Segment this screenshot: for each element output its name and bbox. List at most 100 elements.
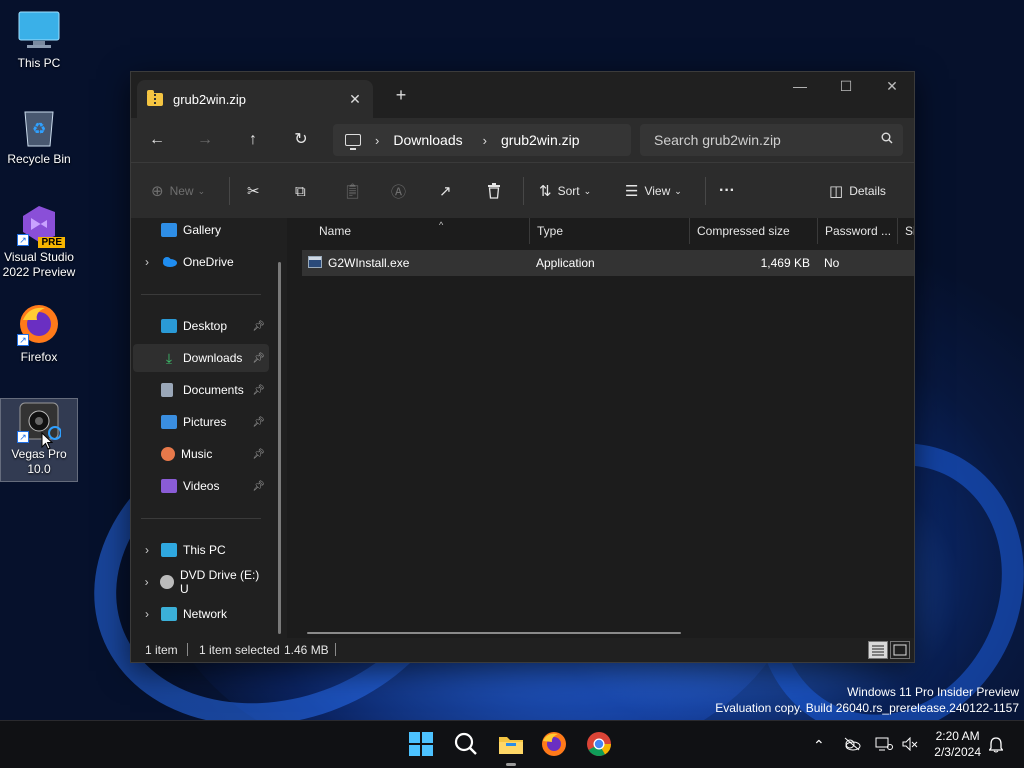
shortcut-arrow-icon: ↗ bbox=[17, 431, 29, 443]
sidebar-item-onedrive[interactable]: › OneDrive bbox=[133, 248, 269, 276]
breadcrumb-grub2win[interactable]: grub2win.zip bbox=[501, 132, 580, 148]
chevron-right-icon[interactable]: › bbox=[133, 543, 161, 557]
up-button[interactable]: ↑ bbox=[239, 128, 267, 152]
notification-bell-icon[interactable] bbox=[988, 737, 1004, 756]
pin-icon[interactable]: 📌︎ bbox=[252, 449, 265, 460]
details-view-button[interactable] bbox=[868, 641, 888, 659]
windows-logo-icon bbox=[409, 732, 433, 756]
large-icons-view-button[interactable] bbox=[890, 641, 910, 659]
sidebar-item-dvd-drive[interactable]: › DVD Drive (E:) U bbox=[133, 568, 269, 596]
clock-date: 2/3/2024 bbox=[934, 745, 981, 759]
sidebar-item-network[interactable]: › Network bbox=[133, 600, 269, 628]
column-header-type[interactable]: Type bbox=[530, 218, 690, 244]
column-header-size[interactable]: Si bbox=[898, 218, 914, 244]
videos-icon bbox=[161, 479, 177, 493]
chevron-down-icon: ⌄ bbox=[674, 185, 682, 196]
desktop-icon-label: Firefox bbox=[20, 350, 58, 364]
new-label: New bbox=[169, 184, 194, 198]
share-icon: ↗ bbox=[439, 183, 452, 200]
network-icon[interactable] bbox=[875, 737, 893, 754]
desktop-icon-vegas-pro[interactable]: ↗ Vegas Pro 10.0 bbox=[0, 398, 78, 482]
tab-grub2win[interactable]: grub2win.zip ✕ bbox=[137, 80, 373, 118]
search-input[interactable]: Search grub2win.zip bbox=[640, 124, 903, 156]
sort-label: Sort bbox=[557, 184, 580, 198]
search-placeholder: Search grub2win.zip bbox=[654, 132, 781, 148]
sidebar-item-pictures[interactable]: Pictures 📌︎ bbox=[133, 408, 269, 436]
sidebar-item-music[interactable]: Music 📌︎ bbox=[133, 440, 269, 468]
rename-button[interactable]: Ⓐ bbox=[391, 179, 412, 203]
minimize-button[interactable]: — bbox=[777, 72, 823, 102]
chevron-right-icon[interactable]: › bbox=[133, 607, 161, 621]
maximize-button[interactable]: ☐ bbox=[823, 72, 869, 102]
pin-icon[interactable]: 📌︎ bbox=[252, 417, 265, 428]
pin-icon[interactable]: 📌︎ bbox=[252, 481, 265, 492]
delete-button[interactable] bbox=[487, 179, 501, 203]
navigation-pane: Gallery › OneDrive Desktop 📌︎ ⤓ Download… bbox=[131, 218, 287, 638]
copy-button[interactable]: ⧉ bbox=[295, 179, 312, 203]
new-button[interactable]: ⊕ New ⌄ bbox=[151, 179, 205, 203]
pictures-icon bbox=[161, 415, 177, 429]
details-button[interactable]: ◫ Details bbox=[829, 179, 886, 203]
chevron-right-icon[interactable]: › bbox=[133, 575, 160, 589]
sidebar-item-label: Pictures bbox=[183, 415, 227, 429]
cut-button[interactable]: ✂ bbox=[247, 179, 266, 203]
sidebar-item-videos[interactable]: Videos 📌︎ bbox=[133, 472, 269, 500]
close-window-button[interactable]: ✕ bbox=[869, 72, 915, 102]
back-button[interactable]: ← bbox=[143, 128, 171, 152]
column-header-password[interactable]: Password ... bbox=[818, 218, 898, 244]
refresh-button[interactable]: ↻ bbox=[287, 128, 315, 152]
sidebar-item-documents[interactable]: Documents 📌︎ bbox=[133, 376, 269, 404]
desktop-icon-visual-studio[interactable]: PRE ↗ Visual Studio 2022 Preview bbox=[0, 202, 78, 286]
clock[interactable]: 2:20 AM 2/3/2024 bbox=[934, 728, 981, 760]
share-button[interactable]: ↗ bbox=[439, 179, 458, 203]
download-arrow-icon: ⤓ bbox=[165, 350, 173, 366]
copy-icon: ⧉ bbox=[295, 182, 306, 200]
chevron-up-icon[interactable]: ⌃ bbox=[813, 737, 825, 754]
sort-button[interactable]: ⇅ Sort ⌄ bbox=[539, 179, 591, 203]
sidebar-scrollbar[interactable] bbox=[278, 262, 281, 634]
desktop-icon-label: Vegas Pro 10.0 bbox=[11, 447, 67, 476]
horizontal-scrollbar[interactable] bbox=[307, 632, 681, 634]
desktop-icon-this-pc[interactable]: This PC bbox=[0, 8, 78, 76]
sidebar-item-desktop[interactable]: Desktop 📌︎ bbox=[133, 312, 269, 340]
forward-button[interactable]: → bbox=[191, 128, 219, 152]
onedrive-offline-icon[interactable] bbox=[843, 737, 861, 754]
clock-time: 2:20 AM bbox=[935, 729, 980, 743]
toolbar-divider bbox=[523, 177, 524, 205]
sidebar-item-gallery[interactable]: Gallery bbox=[133, 216, 269, 244]
file-explorer-taskbar-button[interactable] bbox=[497, 731, 525, 766]
breadcrumb-downloads[interactable]: Downloads bbox=[393, 132, 462, 148]
chevron-right-icon[interactable]: › bbox=[133, 255, 161, 269]
desktop-icon-recycle-bin[interactable]: ♻ Recycle Bin bbox=[0, 104, 78, 174]
chrome-taskbar-button[interactable] bbox=[586, 731, 614, 759]
address-bar: ← → ↑ ↻ › Downloads › grub2win.zip Searc… bbox=[131, 118, 914, 162]
pin-icon[interactable]: 📌︎ bbox=[252, 353, 265, 364]
column-header-name[interactable]: Name ^ bbox=[312, 218, 530, 244]
sidebar-item-downloads[interactable]: ⤓ Downloads 📌︎ bbox=[133, 344, 269, 372]
tab-close-button[interactable]: ✕ bbox=[343, 91, 367, 108]
search-button[interactable] bbox=[453, 731, 481, 759]
sidebar-item-label: Downloads bbox=[183, 351, 243, 365]
trash-icon bbox=[488, 183, 500, 199]
file-name: G2WInstall.exe bbox=[328, 256, 410, 270]
sidebar-item-label: This PC bbox=[183, 543, 226, 557]
sidebar-item-label: Network bbox=[183, 607, 228, 621]
more-options-button[interactable]: ··· bbox=[719, 179, 735, 203]
start-button[interactable] bbox=[408, 731, 436, 759]
paste-button[interactable]: 📋︎ bbox=[343, 179, 368, 203]
pin-icon[interactable]: 📌︎ bbox=[252, 385, 265, 396]
shortcut-arrow-icon: ↗ bbox=[17, 334, 29, 346]
table-row[interactable]: G2WInstall.exe Application 1,469 KB No bbox=[302, 250, 914, 276]
desktop-icon-firefox[interactable]: ↗ Firefox bbox=[0, 302, 78, 370]
selection-size: 1.46 MB bbox=[284, 643, 329, 657]
sidebar-item-this-pc[interactable]: › This PC bbox=[133, 536, 269, 564]
view-icon: ☰ bbox=[625, 183, 639, 200]
pin-icon[interactable]: 📌︎ bbox=[252, 321, 265, 332]
breadcrumb[interactable]: › Downloads › grub2win.zip bbox=[333, 124, 631, 156]
sidebar-item-label: Desktop bbox=[183, 319, 228, 333]
column-header-compressed-size[interactable]: Compressed size bbox=[690, 218, 818, 244]
new-tab-button[interactable]: + bbox=[389, 84, 413, 108]
view-button[interactable]: ☰ View ⌄ bbox=[625, 179, 682, 203]
firefox-taskbar-button[interactable] bbox=[541, 731, 569, 759]
volume-muted-icon[interactable] bbox=[902, 736, 918, 754]
